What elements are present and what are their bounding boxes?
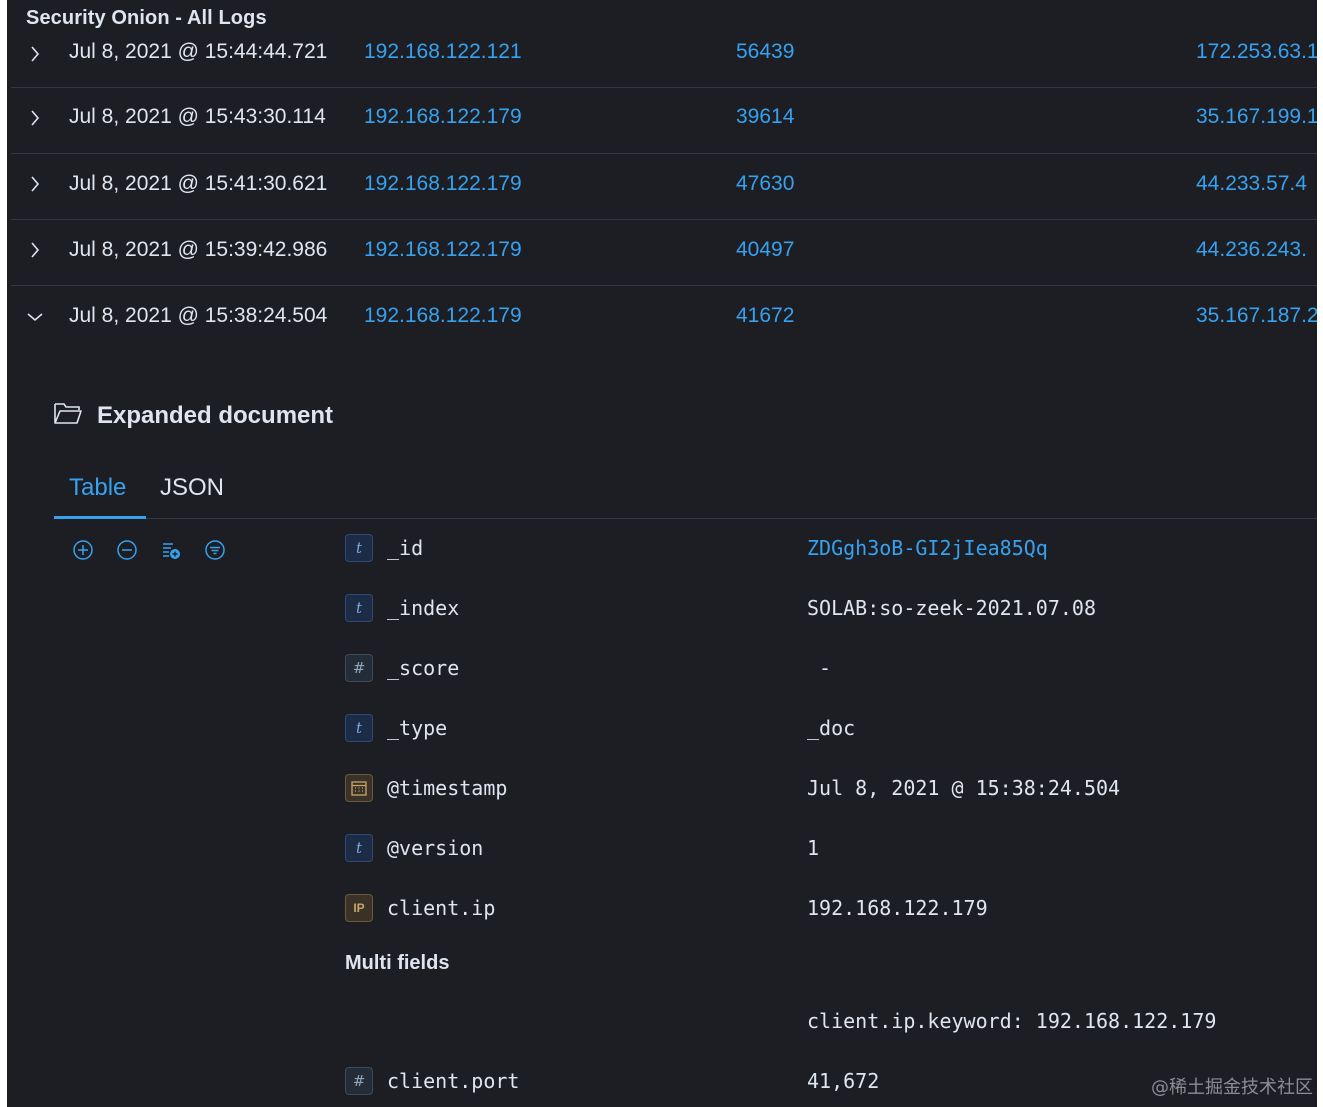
field-name: client.port — [387, 1069, 520, 1093]
minus-circle-icon[interactable] — [115, 538, 139, 562]
chevron-right-icon[interactable] — [25, 108, 45, 128]
string-type-icon: t — [345, 834, 373, 862]
row-source-port[interactable]: 56439 — [736, 40, 794, 64]
row-dest-ip[interactable]: 35.167.187.2 — [1196, 304, 1317, 328]
row-source-port[interactable]: 39614 — [736, 105, 794, 129]
table-row[interactable]: Jul 8, 2021 @ 15:41:30.621 192.168.122.1… — [11, 154, 1317, 220]
field-name: _index — [387, 596, 460, 620]
row-source-ip[interactable]: 192.168.122.179 — [364, 304, 522, 328]
multi-fields-label: Multi fields — [345, 952, 450, 974]
field-name: @version — [387, 836, 484, 860]
field-name: @timestamp — [387, 776, 508, 800]
field-value-id[interactable]: ZDGgh3oB-GI2jIea85Qq — [807, 536, 1048, 560]
field-value-type: _doc — [807, 716, 856, 740]
number-type-icon: # — [345, 654, 373, 682]
string-type-icon: t — [345, 714, 373, 742]
row-source-ip[interactable]: 192.168.122.179 — [364, 172, 522, 196]
row-dest-ip[interactable]: 44.236.243. — [1196, 238, 1307, 262]
toggle-column-icon[interactable] — [159, 538, 183, 562]
row-dest-ip[interactable]: 44.233.57.4 — [1196, 172, 1307, 196]
field-value-version: 1 — [807, 836, 820, 860]
ip-type-icon: IP — [345, 894, 373, 922]
chevron-down-icon[interactable] — [25, 307, 45, 327]
field-value-index: SOLAB:so-zeek-2021.07.08 — [807, 596, 1096, 620]
tab-table[interactable]: Table — [54, 470, 146, 519]
string-type-icon: t — [345, 594, 373, 622]
folder-open-icon — [53, 400, 83, 431]
row-source-port[interactable]: 47630 — [736, 172, 794, 196]
field-value-timestamp: Jul 8, 2021 @ 15:38:24.504 — [807, 776, 1121, 800]
field-name: _type — [387, 716, 448, 740]
row-source-ip[interactable]: 192.168.122.179 — [364, 105, 522, 129]
table-row[interactable]: Jul 8, 2021 @ 15:43:30.114 192.168.122.1… — [11, 88, 1317, 154]
field-actions-toolbar — [71, 538, 227, 562]
tab-json[interactable]: JSON — [146, 470, 239, 519]
row-dest-ip[interactable]: 172.253.63.1 — [1196, 40, 1317, 64]
chevron-right-icon[interactable] — [25, 174, 45, 194]
row-dest-ip[interactable]: 35.167.199.1 — [1196, 105, 1317, 129]
field-value-score: - — [807, 656, 832, 680]
watermark: @稀土掘金技术社区 — [1151, 1077, 1313, 1098]
row-source-ip[interactable]: 192.168.122.179 — [364, 238, 522, 262]
chevron-right-icon[interactable] — [25, 44, 45, 64]
row-timestamp: Jul 8, 2021 @ 15:39:42.986 — [69, 238, 328, 261]
plus-circle-icon[interactable] — [71, 538, 95, 562]
table-row[interactable]: Jul 8, 2021 @ 15:44:44.721 192.168.122.1… — [11, 22, 1317, 88]
expanded-document-title: Expanded document — [97, 401, 334, 429]
table-row-expanded[interactable]: Jul 8, 2021 @ 15:38:24.504 192.168.122.1… — [11, 286, 1317, 352]
expanded-document-header: Expanded document — [53, 400, 333, 431]
filter-exists-icon[interactable] — [203, 538, 227, 562]
field-value-client-ip: 192.168.122.179 — [807, 896, 988, 920]
row-timestamp: Jul 8, 2021 @ 15:44:44.721 — [69, 40, 328, 63]
row-source-port[interactable]: 41672 — [736, 304, 794, 328]
row-source-ip[interactable]: 192.168.122.121 — [364, 40, 522, 64]
field-name: _score — [387, 656, 460, 680]
string-type-icon: t — [345, 534, 373, 562]
calendar-icon — [345, 774, 373, 802]
field-value-client-port: 41,672 — [807, 1069, 880, 1093]
multi-field-value: client.ip.keyword: 192.168.122.179 — [807, 1009, 1217, 1033]
row-source-port[interactable]: 40497 — [736, 238, 794, 262]
log-panel: Security Onion - All Logs Jul 8, 2021 @ … — [7, 0, 1317, 1107]
chevron-right-icon[interactable] — [25, 240, 45, 260]
field-name: _id — [387, 536, 424, 560]
doc-view-tabs: Table JSON — [54, 470, 1317, 519]
field-name: client.ip — [387, 896, 496, 920]
number-type-icon: # — [345, 1067, 373, 1095]
table-row[interactable]: Jul 8, 2021 @ 15:39:42.986 192.168.122.1… — [11, 220, 1317, 286]
row-timestamp: Jul 8, 2021 @ 15:38:24.504 — [69, 304, 328, 327]
row-timestamp: Jul 8, 2021 @ 15:43:30.114 — [69, 105, 326, 128]
row-timestamp: Jul 8, 2021 @ 15:41:30.621 — [69, 172, 328, 195]
